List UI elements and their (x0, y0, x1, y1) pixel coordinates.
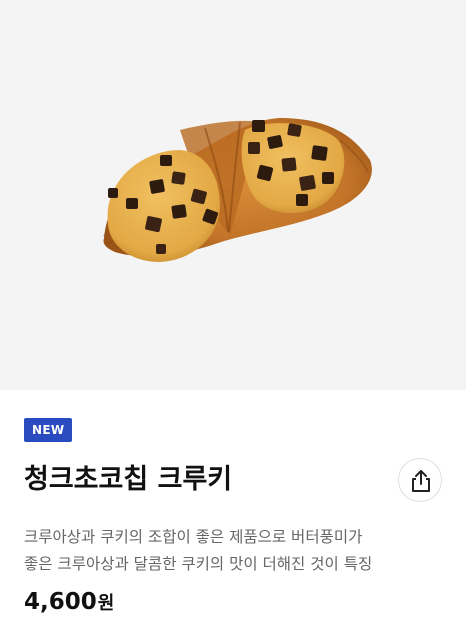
product-image (103, 118, 372, 262)
product-info: NEW 청크초코칩 크루키 크루아상과 쿠키의 조합이 좋은 제품으로 버터풍미… (0, 390, 466, 644)
description-line-1: 크루아상과 쿠키의 조합이 좋은 제품으로 버터풍미가 (24, 528, 363, 546)
new-badge: NEW (24, 418, 73, 442)
share-button[interactable] (398, 458, 442, 502)
product-price: 4,600원 (24, 586, 114, 620)
product-image-area (0, 0, 466, 390)
description-line-2: 좋은 크루아상과 달콤한 쿠키의 맛이 더해진 것이 특징 (24, 555, 373, 573)
price-unit: 원 (97, 593, 115, 614)
product-title: 청크초코칩 크루키 (24, 464, 233, 495)
share-icon (412, 470, 430, 492)
product-description: 크루아상과 쿠키의 조합이 좋은 제품으로 버터풍미가 좋은 크루아상과 달콤한… (24, 524, 444, 578)
price-value: 4,600 (24, 589, 97, 615)
